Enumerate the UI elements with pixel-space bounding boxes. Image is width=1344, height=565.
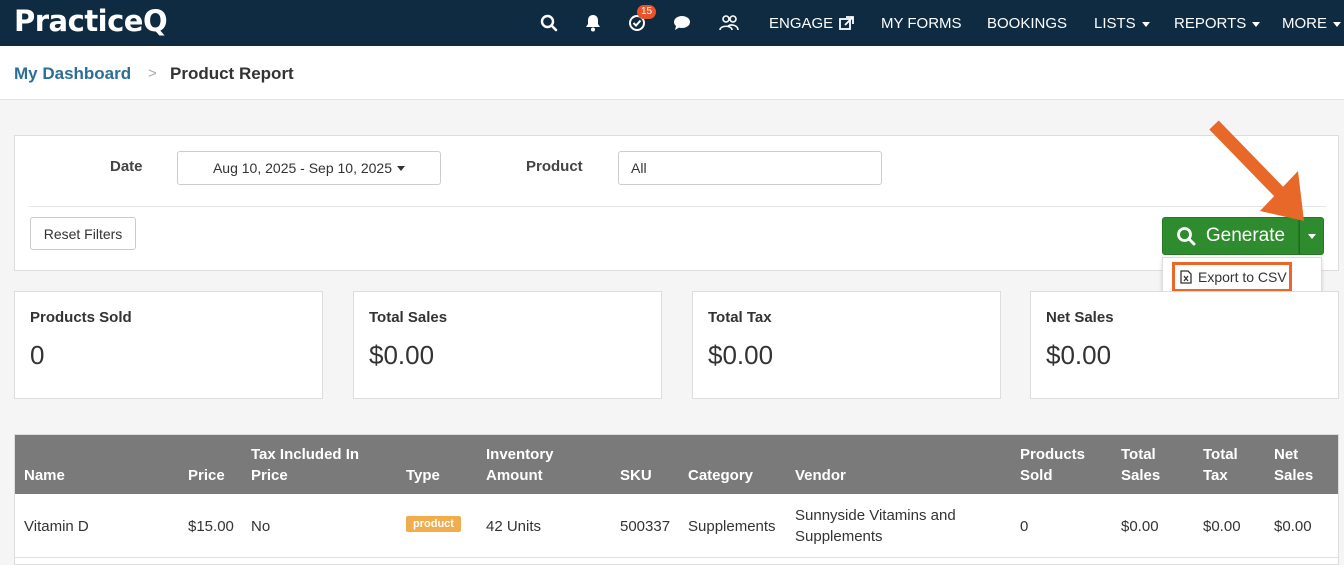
top-nav: PracticeQ 15 ENGAGE MY FORMS BOOKINGS LI… <box>0 0 1344 46</box>
row-divider <box>15 557 1338 558</box>
nav-engage[interactable]: ENGAGE <box>769 0 855 46</box>
chevron-down-icon <box>1333 21 1341 27</box>
col-products-sold[interactable]: Products Sold <box>1020 444 1085 486</box>
card-value: $0.00 <box>1046 340 1112 370</box>
col-type[interactable]: Type <box>406 465 440 486</box>
nav-bookings[interactable]: BOOKINGS <box>987 0 1067 46</box>
nav-my-forms[interactable]: MY FORMS <box>881 0 962 46</box>
cell-inventory: 42 Units <box>486 518 542 535</box>
card-label: Net Sales <box>1046 309 1114 326</box>
product-select[interactable]: All <box>618 151 882 185</box>
annotation-arrow-icon <box>1209 120 1304 221</box>
bell-icon[interactable] <box>581 11 605 35</box>
nav-more[interactable]: MORE <box>1282 0 1341 46</box>
cell-category: Supplements <box>688 518 776 535</box>
tasks-badge: 15 <box>637 5 657 19</box>
card-value: 0 <box>30 340 45 370</box>
col-price[interactable]: Price <box>188 465 225 486</box>
breadcrumb: My Dashboard > Product Report <box>0 46 1344 100</box>
col-sku[interactable]: SKU <box>620 465 652 486</box>
cell-price: $15.00 <box>188 518 234 535</box>
cell-tax-included: No <box>251 518 271 535</box>
cell-sku: 500337 <box>620 518 671 535</box>
generate-dropdown-menu: Export to CSV <box>1162 257 1322 295</box>
search-icon <box>1176 227 1196 246</box>
col-total-tax[interactable]: Total Tax <box>1203 444 1238 486</box>
breadcrumb-separator: > <box>148 65 157 82</box>
total-sales-card: Total Sales $0.00 <box>353 291 662 399</box>
col-name[interactable]: Name <box>24 465 65 486</box>
chevron-down-icon <box>397 166 406 171</box>
clients-group-icon[interactable] <box>717 11 741 35</box>
card-value: $0.00 <box>369 340 435 370</box>
filter-panel: Date Aug 10, 2025 - Sep 10, 2025 Product… <box>14 135 1339 271</box>
reset-filters-button[interactable]: Reset Filters <box>30 217 136 250</box>
app-logo[interactable]: PracticeQ <box>14 4 168 38</box>
nav-reports[interactable]: REPORTS <box>1174 0 1261 46</box>
table-header: Name Price Tax Included In Price Type In… <box>15 435 1338 494</box>
chevron-down-icon <box>1252 21 1261 27</box>
col-total-sales[interactable]: Total Sales <box>1121 444 1160 486</box>
col-net-sales[interactable]: Net Sales <box>1274 444 1313 486</box>
cell-name: Vitamin D <box>24 518 89 535</box>
page-title: Product Report <box>170 64 294 83</box>
product-type-badge: product <box>406 516 461 532</box>
export-to-csv-item[interactable]: Export to CSV <box>1172 262 1292 292</box>
col-vendor[interactable]: Vendor <box>795 465 846 486</box>
file-excel-icon <box>1180 270 1192 284</box>
breadcrumb-dashboard-link[interactable]: My Dashboard <box>14 64 131 84</box>
date-label: Date <box>110 158 143 175</box>
cell-products-sold: 0 <box>1020 518 1029 535</box>
chat-icon[interactable] <box>670 11 694 35</box>
products-sold-card: Products Sold 0 <box>14 291 323 399</box>
product-table: Name Price Tax Included In Price Type In… <box>14 434 1339 565</box>
filter-divider <box>29 206 1326 207</box>
cell-net-sales: $0.00 <box>1274 518 1312 535</box>
external-link-icon <box>839 15 855 30</box>
card-label: Total Sales <box>369 309 448 326</box>
col-tax-included[interactable]: Tax Included In Price <box>251 444 359 486</box>
date-range-picker[interactable]: Aug 10, 2025 - Sep 10, 2025 <box>177 151 441 185</box>
card-value: $0.00 <box>708 340 774 370</box>
total-tax-card: Total Tax $0.00 <box>692 291 1001 399</box>
cell-total-sales: $0.00 <box>1121 518 1159 535</box>
net-sales-card: Net Sales $0.00 <box>1030 291 1339 399</box>
col-category[interactable]: Category <box>688 465 753 486</box>
card-label: Total Tax <box>708 309 772 326</box>
cell-total-tax: $0.00 <box>1203 518 1241 535</box>
search-icon[interactable] <box>537 11 561 35</box>
col-inventory[interactable]: Inventory Amount <box>486 444 554 486</box>
nav-lists[interactable]: LISTS <box>1094 0 1150 46</box>
chevron-down-icon <box>1141 21 1150 27</box>
card-label: Products Sold <box>30 309 132 326</box>
product-label: Product <box>526 158 583 175</box>
tasks-check-icon[interactable]: 15 <box>625 5 657 35</box>
cell-vendor: Sunnyside Vitamins and Supplements <box>795 507 956 545</box>
